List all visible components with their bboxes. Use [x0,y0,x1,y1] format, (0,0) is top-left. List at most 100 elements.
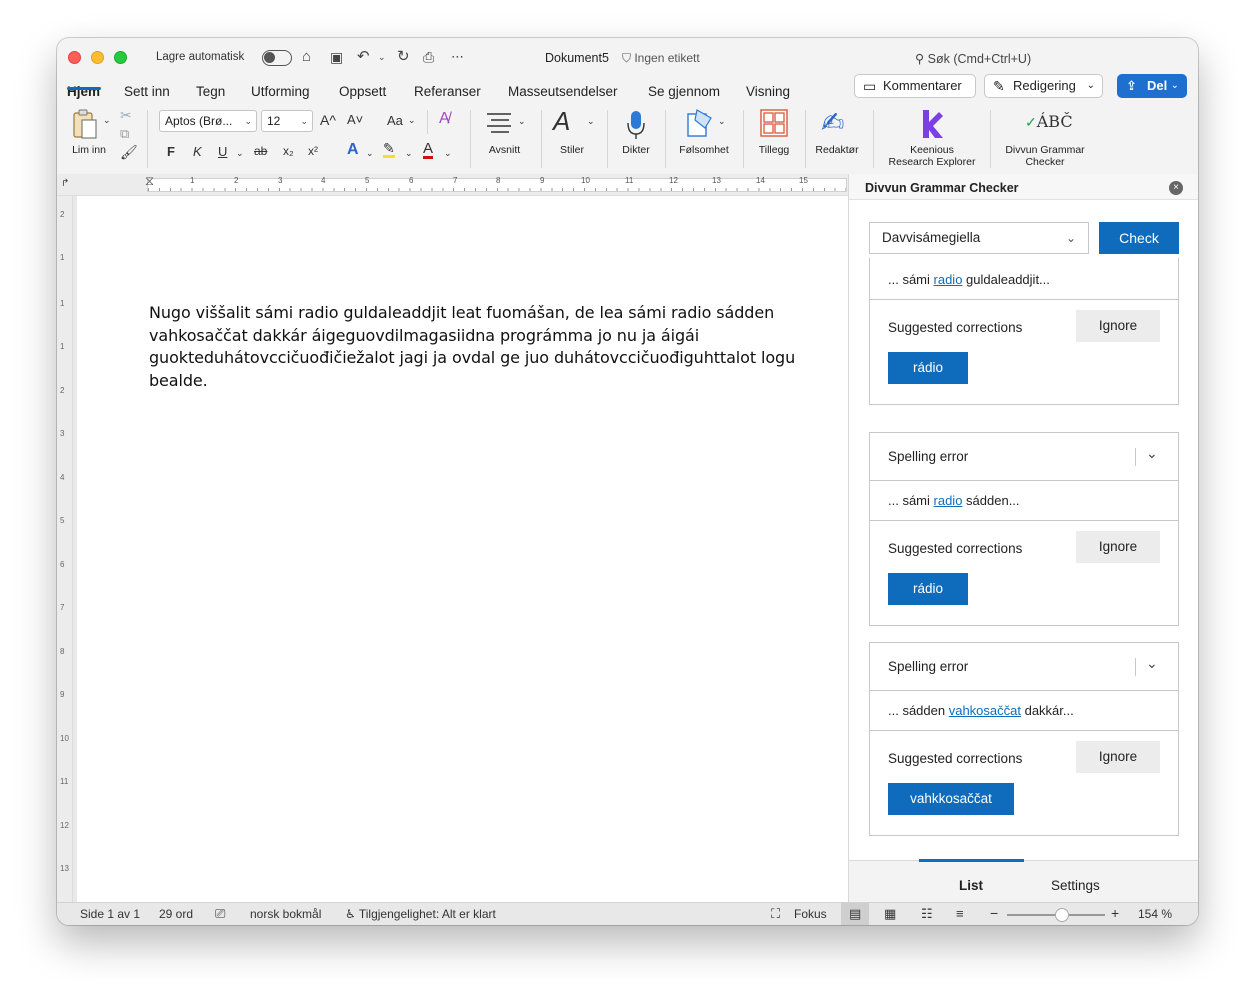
styles-icon[interactable]: A [553,106,570,137]
suggestion-button[interactable]: vahkkosaččat [888,783,1014,815]
error-header[interactable]: Spelling error ⌄ [870,433,1178,481]
tab-stop-selector-icon[interactable]: ↱ [61,178,69,189]
change-case-button[interactable]: Aa [387,113,403,128]
undo-icon[interactable]: ↶ [357,47,370,67]
ignore-button[interactable]: Ignore [1076,310,1160,342]
draft-view-icon[interactable]: ≡ [956,906,964,921]
print-layout-icon[interactable]: ▤ [849,906,861,922]
web-layout-icon[interactable]: ▦ [884,906,896,922]
paste-dropdown-icon[interactable]: ⌄ [103,115,111,126]
close-icon[interactable]: × [1169,181,1183,195]
clear-formatting-icon[interactable]: A̸ [439,110,450,128]
document-page[interactable]: Nugo viššalit sámi radio guldaleaddjit l… [77,196,848,902]
proofing-icon[interactable]: ⎚ [215,906,225,922]
chevron-down-icon[interactable]: ⌄ [366,148,374,159]
focus-button[interactable]: Fokus [794,907,827,921]
print-icon[interactable]: ⎙ [423,47,434,67]
suggestion-button[interactable]: rádio [888,573,968,605]
search-box[interactable]: ⚲ Søk (Cmd+Ctrl+U) [915,51,1031,66]
format-painter-icon[interactable]: 🖌 [120,144,138,161]
editor-icon[interactable]: ✍ [821,106,844,139]
chevron-down-icon[interactable]: ⌄ [1146,655,1158,672]
grow-font-button[interactable]: A^ [320,112,336,128]
zoom-out-icon[interactable]: − [990,905,998,921]
word-count[interactable]: 29 ord [159,907,193,921]
chevron-down-icon[interactable]: ⌄ [444,148,452,159]
sensitivity-status[interactable]: ⛉ Ingen etikett [622,51,700,66]
chevron-down-icon[interactable]: ⌄ [718,116,726,127]
tab-list[interactable]: List [959,878,983,893]
bold-button[interactable]: F [167,144,175,159]
font-name-select[interactable]: Aptos (Brø... ⌄ [159,110,257,132]
font-color-icon[interactable]: A [423,141,434,159]
error-word[interactable]: vahkosaččat [949,703,1021,718]
chevron-down-icon[interactable]: ⌄ [1146,445,1158,462]
save-icon[interactable]: ▣ [330,47,343,67]
ignore-button[interactable]: Ignore [1076,741,1160,773]
focus-icon[interactable]: ⛶ [771,906,780,922]
divvun-checker-button[interactable]: ✓ÁBČ [1025,112,1073,131]
home-icon[interactable]: ⌂ [302,47,311,67]
sensitivity-button[interactable] [685,108,715,140]
chevron-down-icon[interactable]: ⌄ [587,116,595,127]
tab-sett-inn[interactable]: Sett inn [124,84,170,99]
redo-icon[interactable]: ↻ [397,47,410,67]
minimize-window-button[interactable] [91,51,104,64]
chevron-down-icon[interactable]: ⌄ [405,148,413,159]
chevron-down-icon[interactable]: ⌄ [236,148,244,159]
underline-button[interactable]: U [218,144,227,159]
share-button[interactable]: ⇪ Del ⌄ [1117,74,1187,98]
horizontal-ruler[interactable]: ↱ ⧖ 1 2 3 4 5 6 7 8 9 10 11 12 13 14 15 [57,173,848,196]
paragraph-button[interactable] [485,110,513,136]
tab-referanser[interactable]: Referanser [414,84,481,99]
chevron-down-icon[interactable]: ⌄ [518,116,526,127]
tab-masseutsendelser[interactable]: Masseutsendelser [508,84,618,99]
font-size-select[interactable]: 12 ⌄ [261,110,313,132]
tab-visning[interactable]: Visning [746,84,790,99]
document-language[interactable]: norsk bokmål [250,907,321,921]
italic-button[interactable]: K [193,144,202,159]
error-header[interactable]: Spelling error ⌄ [870,643,1178,691]
tab-oppsett[interactable]: Oppsett [339,84,386,99]
indent-marker-icon[interactable]: ⧖ [145,173,154,189]
pane-body[interactable]: Davvisámegiella ⌄ Check ... sámi radio g… [849,200,1198,860]
accessibility-status[interactable]: ♿ Tilgjengelighet: Alt er klart [345,907,496,921]
tab-utforming[interactable]: Utforming [251,84,310,99]
more-icon[interactable]: ⋯ [451,47,464,67]
highlight-icon[interactable]: ✎ [383,141,395,158]
subscript-button[interactable]: x₂ [283,144,294,158]
document-paragraph[interactable]: Nugo viššalit sámi radio guldaleaddjit l… [149,302,809,392]
chevron-down-icon[interactable]: ⌄ [408,115,416,126]
paste-button[interactable] [71,108,101,142]
tab-tegn[interactable]: Tegn [196,84,225,99]
zoom-window-button[interactable] [114,51,127,64]
suggestion-button[interactable]: rádio [888,352,968,384]
tab-se-gjennom[interactable]: Se gjennom [648,84,720,99]
zoom-slider-thumb[interactable] [1055,908,1069,922]
copy-icon[interactable]: ⧉ [120,126,129,142]
error-word[interactable]: radio [934,272,963,287]
autosave-toggle[interactable] [262,50,292,66]
keenious-button[interactable] [919,108,945,140]
tab-settings[interactable]: Settings [1051,878,1100,893]
error-word[interactable]: radio [934,493,963,508]
zoom-level[interactable]: 154 % [1138,907,1172,921]
zoom-in-icon[interactable]: + [1111,905,1119,921]
superscript-button[interactable]: x² [308,144,318,158]
comments-button[interactable]: ▭ Kommentarer [854,74,976,98]
shrink-font-button[interactable]: A˅ [347,112,363,127]
strikethrough-button[interactable]: ab [254,144,267,158]
close-window-button[interactable] [68,51,81,64]
outline-view-icon[interactable]: ☷ [921,906,933,922]
editing-mode-button[interactable]: ✎ Redigering ⌄ [984,74,1103,98]
vertical-ruler[interactable]: 2 1 1 1 2 3 4 5 6 7 8 9 10 11 12 13 [57,196,73,902]
ignore-button[interactable]: Ignore [1076,531,1160,563]
language-select[interactable]: Davvisámegiella ⌄ [869,222,1089,254]
cut-icon[interactable]: ✂ [120,107,132,124]
undo-dropdown-icon[interactable]: ⌄ [378,47,386,67]
page-count[interactable]: Side 1 av 1 [80,907,140,921]
addins-button[interactable] [759,108,789,138]
check-button[interactable]: Check [1099,222,1179,254]
text-effects-icon[interactable]: A [347,141,359,159]
dictate-button[interactable] [626,109,646,141]
